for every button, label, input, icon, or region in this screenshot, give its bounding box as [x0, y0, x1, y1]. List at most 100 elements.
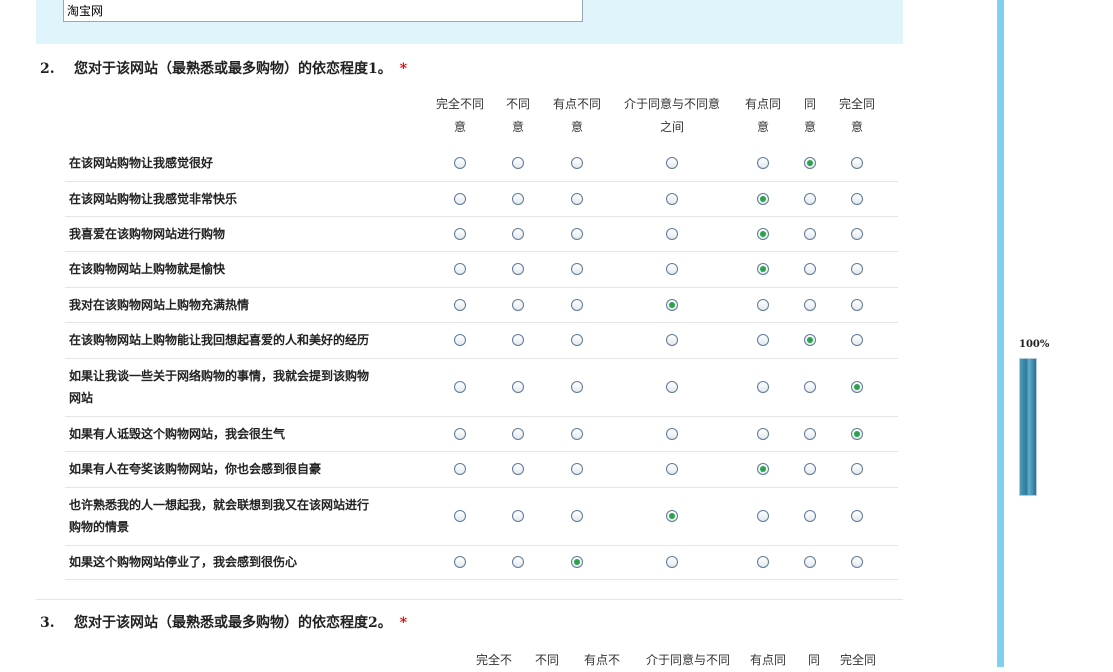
likert-radio[interactable] [757, 227, 769, 240]
likert-radio[interactable] [851, 510, 863, 522]
likert-radio[interactable] [851, 427, 863, 440]
option-header-line: 介于同意与不同意 [623, 97, 720, 111]
likert-radio[interactable] [757, 334, 769, 346]
option-header-line: 完全不同 [435, 97, 484, 111]
option-header-line: 意 [453, 120, 466, 134]
likert-radio[interactable] [512, 227, 524, 240]
likert-radio[interactable] [512, 463, 524, 475]
likert-radio[interactable] [666, 157, 678, 169]
likert-radio[interactable] [666, 427, 678, 440]
likert-radio[interactable] [571, 157, 583, 169]
likert-radio[interactable] [851, 334, 863, 346]
option-header-line: 意 [570, 120, 583, 134]
row-label-line: 在该网站购物让我感觉很好 [69, 156, 214, 170]
row-label-line: 在该网站购物让我感觉非常快乐 [69, 191, 238, 206]
likert-radio[interactable] [454, 381, 466, 393]
likert-radio[interactable] [851, 192, 863, 205]
likert-radio[interactable] [454, 510, 466, 522]
likert-radio[interactable] [851, 298, 863, 311]
likert-radio[interactable] [666, 463, 678, 475]
likert-radio[interactable] [804, 427, 816, 440]
likert-radio[interactable] [666, 298, 678, 311]
likert-radio[interactable] [804, 556, 816, 568]
option-header-line: 同 [803, 97, 816, 111]
matrix-row: 在该网站购物让我感觉非常快乐 [65, 181, 898, 217]
likert-radio[interactable] [804, 381, 816, 393]
likert-radio[interactable] [757, 263, 769, 275]
likert-radio[interactable] [454, 334, 466, 346]
likert-radio[interactable] [804, 463, 816, 475]
likert-radio[interactable] [804, 510, 816, 522]
likert-radio[interactable] [804, 192, 816, 205]
likert-radio[interactable] [571, 192, 583, 205]
q2-option-header: 介于同意与不同意 之间 [617, 93, 727, 139]
likert-radio[interactable] [454, 298, 466, 311]
likert-radio[interactable] [454, 463, 466, 475]
matrix-row: 如果有人在夸奖该购物网站，你也会感到很自豪 [65, 451, 898, 488]
q2-option-header: 有点同意 [738, 93, 788, 139]
likert-radio[interactable] [757, 510, 769, 522]
likert-radio[interactable] [757, 381, 769, 393]
likert-radio[interactable] [512, 298, 524, 311]
likert-radio[interactable] [454, 157, 466, 169]
likert-radio[interactable] [666, 334, 678, 346]
likert-radio[interactable] [804, 298, 816, 311]
likert-radio[interactable] [571, 510, 583, 522]
likert-radio[interactable] [851, 227, 863, 240]
likert-radio[interactable] [851, 157, 863, 169]
likert-radio[interactable] [757, 298, 769, 311]
q1-text-input[interactable] [63, 0, 583, 22]
likert-radio[interactable] [851, 263, 863, 275]
required-mark: * [399, 61, 408, 77]
likert-radio[interactable] [512, 556, 524, 568]
likert-radio[interactable] [454, 192, 466, 205]
row-label-line: 在该购物网站上购物能让我回想起喜爱的人和美好的经历 [69, 333, 370, 347]
likert-radio[interactable] [571, 463, 583, 475]
likert-radio[interactable] [512, 157, 524, 169]
likert-radio[interactable] [571, 556, 583, 568]
matrix-row: 如果有人诋毁这个购物网站，我会很生气 [65, 416, 898, 452]
likert-radio[interactable] [512, 192, 524, 205]
likert-radio[interactable] [666, 510, 678, 522]
q3-option-header: 有点不 [583, 653, 620, 667]
question-divider [36, 599, 903, 600]
likert-radio[interactable] [804, 157, 816, 169]
likert-radio[interactable] [666, 381, 678, 393]
option-header-line: 有点同 [744, 97, 781, 111]
likert-radio[interactable] [571, 227, 583, 240]
likert-radio[interactable] [571, 298, 583, 311]
likert-radio[interactable] [512, 263, 524, 275]
q3-option-header: 同 [807, 653, 820, 667]
likert-radio[interactable] [757, 157, 769, 169]
likert-radio[interactable] [512, 381, 524, 393]
likert-radio[interactable] [757, 463, 769, 475]
likert-radio[interactable] [851, 556, 863, 568]
likert-radio[interactable] [571, 381, 583, 393]
likert-radio[interactable] [804, 263, 816, 275]
likert-radio[interactable] [571, 263, 583, 275]
q2-option-header: 完全不同意 [430, 93, 490, 139]
likert-radio[interactable] [454, 227, 466, 240]
likert-radio[interactable] [512, 510, 524, 522]
likert-radio[interactable] [454, 556, 466, 568]
likert-radio[interactable] [757, 556, 769, 568]
likert-radio[interactable] [666, 556, 678, 568]
likert-radio[interactable] [454, 427, 466, 440]
likert-radio[interactable] [804, 334, 816, 346]
likert-radio[interactable] [666, 263, 678, 275]
likert-radio[interactable] [454, 263, 466, 275]
progress-label: 100% [1019, 339, 1050, 350]
likert-radio[interactable] [804, 227, 816, 240]
matrix-row-label: 如果这个购物网站停业了，我会感到很伤心 [69, 551, 429, 573]
likert-radio[interactable] [512, 334, 524, 346]
likert-radio[interactable] [571, 427, 583, 440]
likert-radio[interactable] [666, 227, 678, 240]
likert-radio[interactable] [571, 334, 583, 346]
likert-radio[interactable] [851, 463, 863, 475]
likert-radio[interactable] [757, 427, 769, 440]
likert-radio[interactable] [512, 427, 524, 440]
likert-radio[interactable] [851, 381, 863, 393]
likert-radio[interactable] [757, 192, 769, 205]
likert-radio[interactable] [666, 192, 678, 205]
q2-option-header: 同意 [795, 93, 825, 139]
